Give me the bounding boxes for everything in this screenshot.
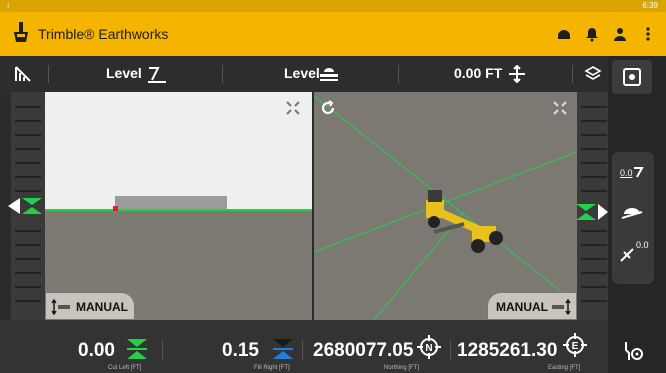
tilt-value-label: 0.0 xyxy=(636,240,649,250)
right-on-grade-indicator-icon xyxy=(576,204,608,220)
vertical-arrows-icon xyxy=(51,299,70,315)
operator-icon[interactable] xyxy=(612,26,628,42)
fill-right-value: 0.15 xyxy=(222,340,259,361)
svg-text:N: N xyxy=(425,343,432,354)
blade-profile xyxy=(115,196,227,210)
blade-tip-marker xyxy=(113,206,118,211)
divider xyxy=(302,340,303,360)
cut-left-value: 0.00 xyxy=(78,340,115,361)
more-menu-icon[interactable] xyxy=(640,26,656,42)
blade-view-button[interactable] xyxy=(612,196,652,230)
east-compass-icon: E xyxy=(563,333,587,357)
satellite-icon xyxy=(620,248,634,262)
slope-icon xyxy=(634,167,644,178)
northing-label: Northing [FT] xyxy=(384,365,420,371)
north-compass-icon: N xyxy=(417,335,441,359)
left-mode-label[interactable]: Level xyxy=(106,65,142,81)
app-bar: Trimble® Earthworks xyxy=(0,12,666,56)
download-icon: ↓ xyxy=(6,0,10,9)
left-on-grade-indicator-icon xyxy=(8,198,42,214)
settings-panel-icon xyxy=(623,68,641,86)
collapse-icon[interactable] xyxy=(285,100,301,116)
fill-indicator-icon xyxy=(273,339,293,359)
divider xyxy=(48,65,49,83)
right-manual-badge[interactable]: MANUAL xyxy=(487,292,577,320)
offset-adjust-icon[interactable] xyxy=(508,65,526,83)
blade-icon xyxy=(621,208,643,219)
offset-label[interactable]: 0.00 FT xyxy=(454,65,502,81)
rover-icon[interactable] xyxy=(556,26,572,42)
blade-slope-icon[interactable] xyxy=(146,64,168,84)
divider xyxy=(450,340,451,360)
zoom-slope-button[interactable]: 0.0 xyxy=(612,158,652,192)
bell-icon[interactable] xyxy=(584,26,600,42)
layers-icon[interactable] xyxy=(584,65,602,83)
divider xyxy=(572,65,573,83)
center-mode-label[interactable]: Level xyxy=(284,65,320,81)
app-title: Trimble® Earthworks xyxy=(38,26,169,42)
tilt-button[interactable]: 0.0 xyxy=(612,236,652,270)
clock: 6:39 xyxy=(642,1,658,10)
cut-left-label: Cut Left [FT] xyxy=(108,365,142,371)
control-toolbar: Level Level 0.00 FT xyxy=(0,56,608,92)
collapse-icon[interactable] xyxy=(552,100,568,116)
left-manual-label: MANUAL xyxy=(76,300,128,314)
motor-grader-model xyxy=(426,190,503,253)
design-line xyxy=(45,209,312,211)
easting-label: Easting [FT] xyxy=(548,365,581,371)
status-bar: ↓ 6:39 xyxy=(0,0,666,12)
blade-level-icon[interactable] xyxy=(318,65,340,83)
divider xyxy=(222,65,223,83)
svg-text:E: E xyxy=(572,341,579,352)
fill-right-label: Fill Right [FT] xyxy=(254,365,290,371)
zoom-value-label: 0.0 xyxy=(620,168,633,178)
shovel-logo-icon xyxy=(14,22,28,42)
3d-view: MANUAL xyxy=(314,92,577,320)
left-manual-badge[interactable]: MANUAL xyxy=(45,292,135,320)
view-toggle-icon[interactable] xyxy=(14,65,32,83)
rotate-view-icon[interactable] xyxy=(320,100,336,116)
right-manual-label: MANUAL xyxy=(496,300,548,314)
on-grade-icon xyxy=(127,339,147,359)
northing-value: 2680077.05 xyxy=(313,340,414,361)
machine-settings-button[interactable] xyxy=(612,60,652,94)
divider xyxy=(398,65,399,83)
divider xyxy=(162,340,163,360)
tools-settings-button[interactable] xyxy=(612,334,652,368)
wrench-gear-icon xyxy=(625,342,643,360)
profile-view: MANUAL xyxy=(45,92,312,320)
vertical-arrows-icon xyxy=(552,299,571,315)
easting-value: 1285261.30 xyxy=(457,340,558,361)
